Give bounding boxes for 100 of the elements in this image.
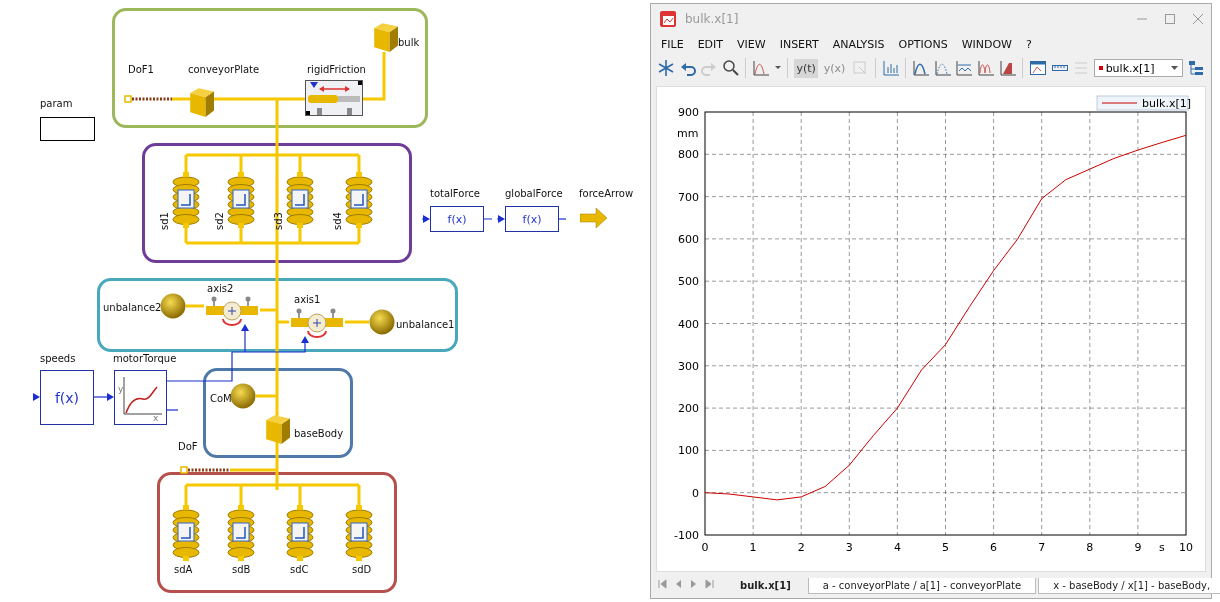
component-label: param (40, 97, 73, 110)
component-label: sd3 (272, 212, 285, 230)
component-label: conveyorPlate (188, 63, 260, 76)
y-tick-label: 800 (678, 148, 699, 162)
x-axis-unit: s (1159, 541, 1165, 554)
sphere-icon[interactable] (160, 293, 186, 319)
function-block[interactable]: f(x) (430, 206, 484, 232)
function-block[interactable]: f(x) (505, 206, 559, 232)
plot-tab[interactable]: a - conveyorPlate / a[1] - conveyorPlate (807, 578, 1037, 594)
x-tick-label: 10 (1179, 541, 1193, 554)
maximize-icon[interactable] (1165, 14, 1175, 24)
variable-dropdown[interactable]: bulk.x[1] (1093, 59, 1184, 77)
spring-damper-icon[interactable] (286, 172, 314, 228)
dotted-connection-line (188, 468, 230, 472)
function-block[interactable]: f(x) (40, 370, 94, 425)
close-icon[interactable] (1193, 14, 1203, 24)
component-label: unbalance1 (396, 318, 455, 331)
spring-damper-icon[interactable] (172, 505, 200, 561)
component-label: sd1 (158, 212, 171, 230)
menu-item[interactable]: ANALYSIS (826, 37, 893, 51)
menu-item[interactable]: FILE (655, 37, 692, 51)
search-icon[interactable] (721, 59, 740, 77)
signal-line (558, 218, 567, 220)
x-tick-label: 2 (797, 541, 805, 554)
spring-damper-icon[interactable] (227, 172, 255, 228)
chart-window-icon[interactable] (1029, 59, 1047, 77)
y-tick-label: 300 (678, 359, 699, 373)
y-tick-label: 400 (678, 317, 699, 331)
curve-table-block[interactable]: y x (114, 370, 167, 425)
signal-line (421, 218, 424, 220)
menu-item[interactable]: WINDOW (955, 37, 1020, 51)
wave-chart-icon[interactable] (977, 59, 995, 77)
plot-mode-button[interactable]: y(t) (794, 58, 818, 78)
app-icon (659, 10, 677, 28)
x-tick-label: 5 (942, 541, 949, 554)
component-label: motorTorque (113, 352, 177, 365)
component-label: axis1 (294, 293, 321, 306)
band-chart-icon[interactable] (955, 59, 973, 77)
connection-line (363, 52, 386, 101)
port-icon (180, 466, 188, 474)
sphere-icon[interactable] (369, 309, 395, 335)
component-label: forceArrow (579, 187, 634, 200)
friction-element-icon[interactable] (305, 80, 363, 116)
bar-chart-icon[interactable] (881, 59, 900, 77)
x-tick-label: 4 (893, 541, 901, 554)
menu-item[interactable]: EDIT (691, 37, 732, 51)
y-tick-label: 500 (678, 275, 699, 289)
sphere-icon[interactable] (230, 383, 256, 409)
connection-line (345, 320, 369, 324)
x-tick-label: 0 (701, 541, 709, 554)
y-tick-label: -100 (674, 529, 699, 542)
component-label: sdA (174, 563, 193, 576)
legend[interactable] (1096, 95, 1189, 111)
component-label: bulk (398, 36, 420, 49)
caret-icon (1171, 65, 1179, 71)
window-title: bulk.x[1] (685, 12, 740, 26)
spring-damper-icon[interactable] (345, 172, 373, 228)
component-label: speeds (40, 352, 76, 365)
y-tick-label: 700 (678, 190, 699, 204)
dotted-connection-line (132, 97, 172, 101)
component-label: sdB (232, 563, 251, 576)
spring-damper-icon[interactable] (286, 505, 314, 561)
spring-damper-icon[interactable] (227, 505, 255, 561)
component-label: sdD (352, 563, 372, 576)
component-label: CoM (210, 392, 232, 405)
y-tick-label: 600 (678, 232, 699, 246)
x-tick-label: 6 (990, 541, 998, 554)
menu-item[interactable]: ? (1020, 37, 1040, 51)
component-label: axis2 (207, 282, 234, 295)
revolute-joint-icon[interactable] (289, 308, 345, 340)
peak-chart-icon[interactable] (912, 59, 930, 77)
arrow-icon[interactable] (580, 208, 608, 228)
y-tick-label: 200 (678, 402, 699, 416)
x-tick-label: 7 (1038, 541, 1046, 554)
menu-item[interactable]: OPTIONS (892, 37, 956, 51)
filled-area-icon[interactable] (998, 59, 1017, 77)
plot-tab[interactable]: x - baseBody / x[1] - baseBody, (1038, 578, 1220, 594)
signal-line (166, 409, 179, 411)
tree-icon[interactable] (1187, 59, 1205, 77)
signal-line (483, 218, 499, 220)
x-tick-label: 8 (1086, 541, 1094, 554)
spring-damper-icon[interactable] (172, 172, 200, 228)
component-label: DoF (178, 440, 198, 453)
x-tick-label: 3 (845, 541, 853, 554)
component-label: unbalance2 (103, 301, 162, 314)
snowflake-icon[interactable] (657, 59, 675, 77)
spring-damper-icon[interactable] (345, 505, 373, 561)
menu-item[interactable]: VIEW (731, 37, 774, 51)
parameter-box[interactable] (40, 117, 95, 141)
dotted-curve-icon[interactable] (933, 59, 952, 77)
x-tick-label: 9 (1134, 541, 1142, 554)
y-axis-unit: mm (677, 127, 699, 141)
component-label: totalForce (430, 187, 480, 200)
x-tick-label: 1 (749, 541, 757, 554)
component-label: sd4 (331, 212, 344, 230)
y-tick-label: 0 (692, 486, 699, 500)
signal-arrowhead-icon (301, 336, 309, 343)
signal-line (93, 396, 108, 398)
revolute-joint-icon[interactable] (204, 296, 260, 328)
menu-item[interactable]: INSERT (773, 37, 827, 51)
